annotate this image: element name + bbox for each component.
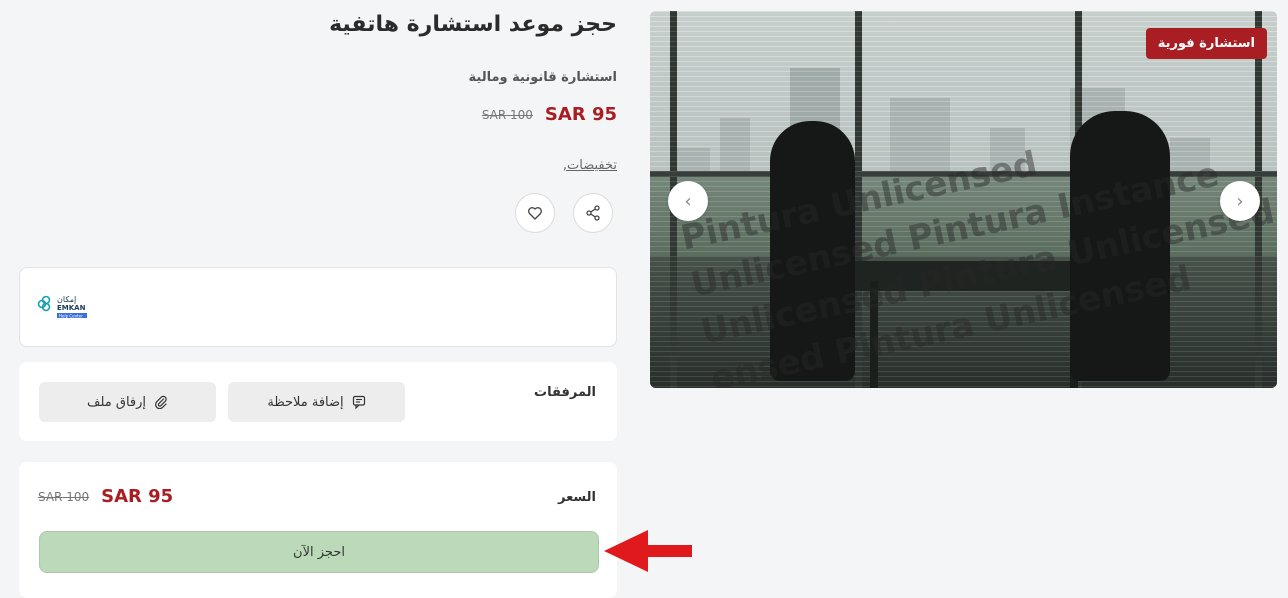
paperclip-icon (155, 395, 167, 409)
heart-icon (528, 207, 542, 220)
add-note-label: إضافة ملاحظة (267, 394, 344, 410)
price-current: SAR 95 (544, 104, 617, 125)
annotation-arrow-icon (604, 530, 692, 572)
page-title: حجز موعد استشارة هاتفية (329, 12, 617, 37)
discounts-link[interactable]: تخفيضات, (563, 158, 617, 173)
svg-text:Help Center: Help Center (59, 313, 83, 318)
provider-card[interactable]: إمكان EMKAN Help Center (19, 267, 617, 347)
booking-card: السعر SAR 100 SAR 95 احجز الآن (19, 462, 617, 598)
share-button[interactable] (573, 193, 613, 233)
attach-file-label: إرفاق ملف (87, 394, 147, 410)
chevron-left-icon: ‹ (684, 190, 692, 212)
booking-price-current: SAR 95 (101, 486, 174, 507)
book-now-button[interactable]: احجز الآن (39, 531, 599, 573)
instant-consultation-badge: استشارة فورية (1145, 28, 1267, 59)
product-image-gallery: Pintura Unlicensed Unlicensed Pintura In… (650, 11, 1277, 388)
price-original: SAR 100 (481, 107, 533, 122)
share-icon (586, 205, 600, 221)
product-category: استشارة قانونية ومالية (468, 70, 617, 85)
attach-file-button[interactable]: إرفاق ملف (39, 382, 216, 422)
attachments-label: المرفقات (534, 385, 596, 400)
chevron-right-icon: › (1236, 190, 1244, 212)
note-icon (352, 395, 365, 409)
booking-price: SAR 100 SAR 95 (38, 486, 173, 507)
gallery-prev-button[interactable]: ‹ (668, 181, 708, 221)
provider-logo: إمكان EMKAN Help Center (37, 295, 87, 318)
svg-text:EMKAN: EMKAN (57, 304, 86, 312)
favorite-button[interactable] (515, 193, 555, 233)
product-price: SAR 95 SAR 100 (482, 104, 617, 125)
booking-price-original: SAR 100 (38, 489, 90, 504)
gallery-next-button[interactable]: › (1220, 181, 1260, 221)
attachments-card: المرفقات إضافة ملاحظة إرفاق ملف (19, 362, 617, 441)
add-note-button[interactable]: إضافة ملاحظة (228, 382, 405, 422)
price-label: السعر (558, 490, 596, 505)
